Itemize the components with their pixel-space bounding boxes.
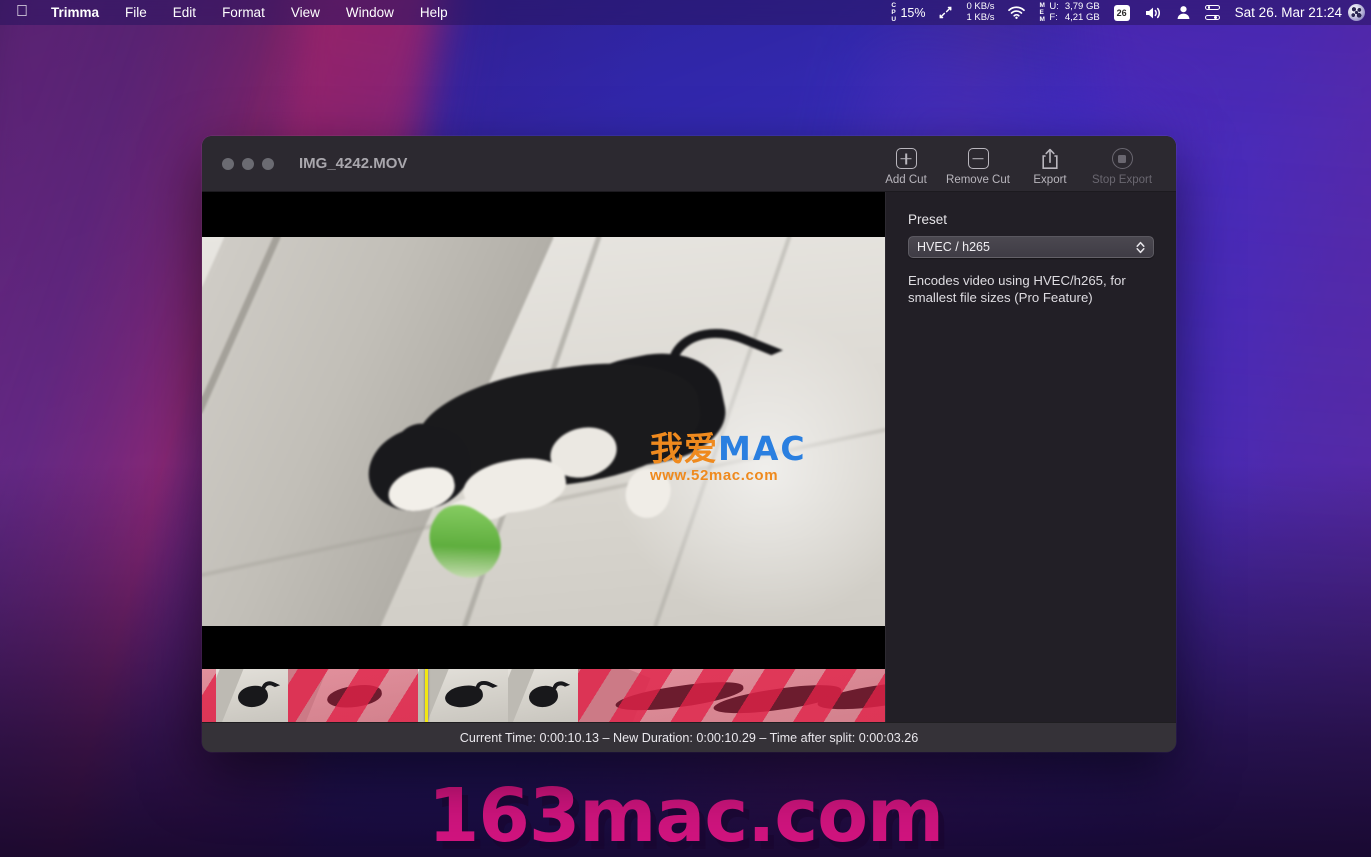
- traffic-lights: [202, 157, 274, 170]
- status-network[interactable]: 0 KB/s 1 KB/s: [959, 1, 1001, 23]
- menu-item-format[interactable]: Format: [209, 0, 278, 25]
- letterbox-bottom: [202, 626, 885, 669]
- cpu-value: 15%: [900, 5, 926, 20]
- window-body: 我爱MAC www.52mac.com Preset HVEC / h265 E…: [202, 192, 1176, 722]
- menu-item-edit[interactable]: Edit: [160, 0, 209, 25]
- resize-arrows-icon: [940, 6, 952, 19]
- status-control-center[interactable]: [1198, 5, 1227, 20]
- preset-description: Encodes video using HVEC/h265, for small…: [908, 273, 1126, 305]
- timeline-filmstrip[interactable]: [202, 669, 885, 722]
- control-center-icon: [1204, 5, 1220, 20]
- network-upload: 0 KB/s: [966, 1, 995, 12]
- menu-item-help[interactable]: Help: [407, 0, 461, 25]
- window-toolbar: Add Cut Remove Cut Export Stop Export: [870, 142, 1176, 186]
- remove-cut-label: Remove Cut: [946, 173, 1010, 186]
- chevron-updown-icon: [1136, 241, 1145, 254]
- calendar-icon: 26: [1113, 4, 1130, 21]
- menu-bar-status-area: C P U 15% 0 KB/s 1 KB/s M E M U: 3,79 GB…: [884, 1, 1371, 23]
- timeline-clip[interactable]: [216, 669, 288, 722]
- video-frame: [202, 237, 885, 626]
- menu-bar:  Trimma File Edit Format View Window He…: [0, 0, 1371, 25]
- add-cut-button[interactable]: Add Cut: [870, 146, 942, 186]
- menu-bar-clock[interactable]: Sat 26. Mar 21:24: [1227, 5, 1348, 20]
- minus-square-icon: [967, 148, 989, 170]
- add-cut-label: Add Cut: [885, 173, 927, 186]
- timeline-clip[interactable]: [202, 669, 216, 722]
- window-titlebar[interactable]: IMG_4242.MOV Add Cut Remove Cut Export S…: [202, 136, 1176, 192]
- cpu-label-icon: C P U: [891, 2, 897, 23]
- status-volume[interactable]: [1137, 6, 1169, 20]
- menu-item-view[interactable]: View: [278, 0, 333, 25]
- video-blur-overlay: [202, 237, 885, 626]
- apple-logo-icon[interactable]: : [14, 0, 38, 26]
- status-memory[interactable]: M E M U: 3,79 GB F: 4,21 GB: [1032, 1, 1106, 23]
- mem-free-value: 4,21 GB: [1064, 11, 1100, 23]
- menu-item-app[interactable]: Trimma: [38, 0, 112, 25]
- stop-export-button: Stop Export: [1086, 146, 1158, 186]
- wifi-icon: [1008, 6, 1026, 19]
- plus-square-icon: [895, 148, 917, 170]
- menu-bar-left:  Trimma File Edit Format View Window He…: [0, 0, 461, 26]
- timeline-clip[interactable]: [508, 669, 578, 722]
- cut-overlay: [202, 669, 216, 722]
- close-button[interactable]: [222, 157, 234, 170]
- window-title: IMG_4242.MOV: [299, 155, 408, 172]
- menu-item-file[interactable]: File: [112, 0, 160, 25]
- status-wifi[interactable]: [1001, 6, 1032, 19]
- app-window: IMG_4242.MOV Add Cut Remove Cut Export S…: [202, 136, 1176, 752]
- export-settings-panel: Preset HVEC / h265 Encodes video using H…: [885, 192, 1176, 722]
- timeline-clip[interactable]: [578, 669, 885, 722]
- minimize-button[interactable]: [242, 157, 254, 170]
- network-download: 1 KB/s: [966, 11, 995, 23]
- video-preview[interactable]: 我爱MAC www.52mac.com: [202, 192, 885, 669]
- user-account-icon: [1177, 6, 1190, 19]
- remove-cut-button[interactable]: Remove Cut: [942, 146, 1014, 186]
- preset-selected-value: HVEC / h265: [917, 240, 990, 254]
- timeline-clip[interactable]: [418, 669, 508, 722]
- export-button[interactable]: Export: [1014, 146, 1086, 186]
- menu-item-window[interactable]: Window: [333, 0, 407, 25]
- status-bar-text: Current Time: 0:00:10.13 – New Duration:…: [459, 730, 919, 745]
- editor-column: 我爱MAC www.52mac.com: [202, 192, 885, 722]
- stop-circle-icon: [1111, 148, 1133, 170]
- timeline-clip[interactable]: [288, 669, 418, 722]
- letterbox-top: [202, 192, 885, 237]
- status-cpu[interactable]: C P U 15%: [884, 2, 932, 23]
- stop-export-label: Stop Export: [1091, 173, 1153, 186]
- wallpaper-text: 163mac.com: [427, 773, 944, 857]
- status-user[interactable]: [1169, 5, 1198, 20]
- timeline-playhead[interactable]: [425, 669, 428, 722]
- status-calendar[interactable]: 26: [1107, 4, 1137, 21]
- cut-overlay: [578, 669, 885, 722]
- zoom-button[interactable]: [262, 157, 274, 170]
- mem-free-label: F:: [1049, 11, 1058, 23]
- volume-icon: [1145, 7, 1160, 18]
- export-label: Export: [1033, 173, 1067, 186]
- status-resize-arrows[interactable]: [932, 6, 959, 19]
- mem-label-icon: M E M: [1039, 2, 1046, 23]
- cut-overlay: [288, 669, 418, 722]
- preset-select[interactable]: HVEC / h265: [908, 236, 1154, 258]
- mem-used-label: U:: [1049, 1, 1059, 12]
- mem-used-value: 3,79 GB: [1064, 1, 1100, 12]
- status-bar: Current Time: 0:00:10.13 – New Duration:…: [202, 722, 1176, 752]
- siri-icon[interactable]: [1348, 4, 1365, 21]
- preset-label: Preset: [908, 212, 948, 227]
- share-export-icon: [1040, 148, 1060, 170]
